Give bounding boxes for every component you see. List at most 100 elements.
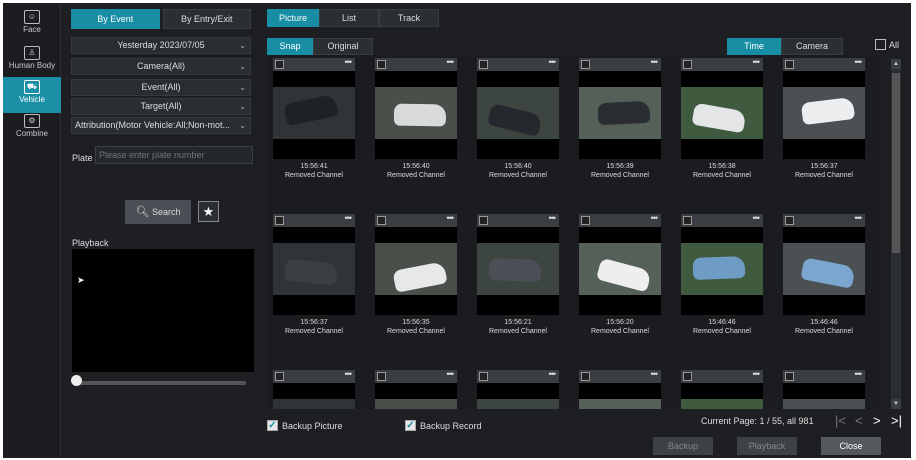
nav-item-face[interactable]: ☺ Face (3, 7, 61, 43)
snapshot-card[interactable]: ••• 15:56:37 Removed Channel (273, 213, 355, 336)
card-checkbox[interactable] (377, 372, 386, 381)
vehicle-snapshot[interactable] (579, 71, 661, 159)
vehicle-snapshot[interactable] (783, 227, 865, 315)
tab-list[interactable]: List (319, 9, 379, 27)
close-button[interactable]: Close (821, 437, 881, 455)
more-icon[interactable]: ••• (753, 213, 761, 223)
vehicle-snapshot[interactable] (579, 227, 661, 315)
playback-slider-handle[interactable] (71, 375, 82, 386)
vehicle-snapshot[interactable] (375, 383, 457, 409)
vehicle-snapshot[interactable] (477, 227, 559, 315)
vehicle-snapshot[interactable] (681, 71, 763, 159)
vehicle-snapshot[interactable] (783, 383, 865, 409)
snapshot-card[interactable]: ••• 15:56:40 Removed Channel (375, 57, 457, 180)
more-icon[interactable]: ••• (651, 369, 659, 379)
backup-record-checkbox[interactable]: ✓ (405, 420, 416, 431)
card-checkbox[interactable] (683, 216, 692, 225)
vehicle-snapshot[interactable] (477, 383, 559, 409)
snapshot-card[interactable]: ••• (477, 369, 559, 409)
more-icon[interactable]: ••• (855, 369, 863, 379)
plate-input[interactable] (95, 146, 253, 164)
card-checkbox[interactable] (785, 372, 794, 381)
snapshot-card[interactable]: ••• 15:46:46 Removed Channel (681, 213, 763, 336)
more-icon[interactable]: ••• (753, 57, 761, 67)
first-page-icon[interactable]: |< (835, 413, 846, 428)
card-checkbox[interactable] (785, 60, 794, 69)
vehicle-snapshot[interactable] (273, 71, 355, 159)
tab-by-event[interactable]: By Event (71, 9, 160, 29)
card-checkbox[interactable] (581, 216, 590, 225)
backup-picture-checkbox[interactable]: ✓ (267, 420, 278, 431)
card-checkbox[interactable] (581, 60, 590, 69)
sort-camera-button[interactable]: Camera (781, 38, 843, 55)
more-icon[interactable]: ••• (345, 57, 353, 67)
snapshot-card[interactable]: ••• (681, 369, 763, 409)
card-checkbox[interactable] (683, 372, 692, 381)
snapshot-card[interactable]: ••• 15:56:35 Removed Channel (375, 213, 457, 336)
snapshot-card[interactable]: ••• 15:56:39 Removed Channel (579, 57, 661, 180)
vehicle-snapshot[interactable] (273, 383, 355, 409)
target-select[interactable]: Target(All) ⌄ (71, 98, 251, 115)
grid-scrollbar[interactable]: ▲ ▼ (891, 59, 901, 409)
snapshot-card[interactable]: ••• 15:56:20 Removed Channel (579, 213, 661, 336)
more-icon[interactable]: ••• (549, 57, 557, 67)
more-icon[interactable]: ••• (549, 369, 557, 379)
search-button[interactable]: 🔍︎ Search (125, 200, 191, 224)
scrollbar-thumb[interactable] (892, 73, 900, 253)
more-icon[interactable]: ••• (447, 213, 455, 223)
nav-item-human-body[interactable]: ♙ Human Body (3, 43, 61, 79)
favorite-button[interactable]: ★ (198, 201, 219, 222)
nav-item-combine[interactable]: ⚙ Combine (3, 111, 61, 147)
card-checkbox[interactable] (275, 216, 284, 225)
more-icon[interactable]: ••• (855, 57, 863, 67)
more-icon[interactable]: ••• (345, 213, 353, 223)
sort-time-button[interactable]: Time (727, 38, 781, 55)
snapshot-card[interactable]: ••• 15:56:41 Removed Channel (273, 57, 355, 180)
tab-track[interactable]: Track (379, 9, 439, 27)
camera-select[interactable]: Camera(All) ⌄ (71, 58, 251, 75)
last-page-icon[interactable]: >| (891, 413, 902, 428)
more-icon[interactable]: ••• (447, 57, 455, 67)
snapshot-card[interactable]: ••• 15:46:46 Removed Channel (783, 213, 865, 336)
tab-snap[interactable]: Snap (267, 38, 313, 55)
attribution-select[interactable]: Attribution(Motor Vehicle:All;Non-mot...… (71, 117, 251, 134)
card-checkbox[interactable] (377, 216, 386, 225)
more-icon[interactable]: ••• (549, 213, 557, 223)
vehicle-snapshot[interactable] (375, 71, 457, 159)
snapshot-card[interactable]: ••• (783, 369, 865, 409)
vehicle-snapshot[interactable] (579, 383, 661, 409)
snapshot-card[interactable]: ••• (579, 369, 661, 409)
more-icon[interactable]: ••• (753, 369, 761, 379)
vehicle-snapshot[interactable] (783, 71, 865, 159)
snapshot-card[interactable]: ••• 15:56:40 Removed Channel (477, 57, 559, 180)
snapshot-card[interactable]: ••• 15:56:21 Removed Channel (477, 213, 559, 336)
tab-original[interactable]: Original (313, 38, 373, 55)
card-checkbox[interactable] (581, 372, 590, 381)
more-icon[interactable]: ••• (345, 369, 353, 379)
more-icon[interactable]: ••• (651, 213, 659, 223)
snapshot-card[interactable]: ••• (375, 369, 457, 409)
card-checkbox[interactable] (479, 372, 488, 381)
vehicle-snapshot[interactable] (273, 227, 355, 315)
nav-item-vehicle[interactable]: ⛟ Vehicle (3, 77, 61, 113)
prev-page-icon[interactable]: < (855, 413, 863, 428)
date-select[interactable]: Yesterday 2023/07/05 ⌄ (71, 37, 251, 54)
card-checkbox[interactable] (479, 60, 488, 69)
card-checkbox[interactable] (377, 60, 386, 69)
card-checkbox[interactable] (479, 216, 488, 225)
event-select[interactable]: Event(All) ⌄ (71, 79, 251, 96)
vehicle-snapshot[interactable] (375, 227, 457, 315)
snapshot-card[interactable]: ••• 15:56:37 Removed Channel (783, 57, 865, 180)
backup-button[interactable]: Backup (653, 437, 713, 455)
snapshot-card[interactable]: ••• 15:56:38 Removed Channel (681, 57, 763, 180)
more-icon[interactable]: ••• (447, 369, 455, 379)
vehicle-snapshot[interactable] (681, 383, 763, 409)
tab-by-entry-exit[interactable]: By Entry/Exit (162, 9, 251, 29)
next-page-icon[interactable]: > (873, 413, 881, 428)
card-checkbox[interactable] (275, 60, 284, 69)
tab-picture[interactable]: Picture (267, 9, 319, 27)
more-icon[interactable]: ••• (651, 57, 659, 67)
vehicle-snapshot[interactable] (681, 227, 763, 315)
card-checkbox[interactable] (683, 60, 692, 69)
card-checkbox[interactable] (785, 216, 794, 225)
